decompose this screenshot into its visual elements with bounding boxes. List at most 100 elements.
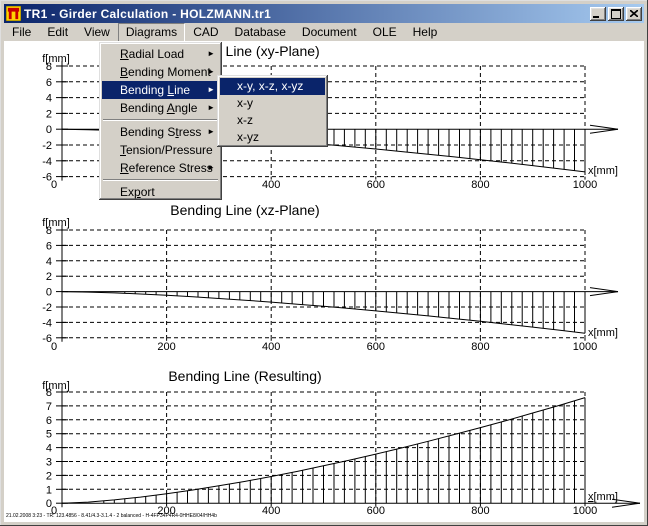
menu-item-reference-stress[interactable]: Reference Stress► (102, 159, 219, 177)
x-tick-label: 800 (471, 505, 489, 517)
y-tick-label: -2 (42, 140, 52, 152)
app-icon (6, 6, 21, 21)
y-tick-label: 5 (46, 429, 52, 441)
y-tick-label: 4 (46, 93, 52, 105)
y-tick-label: -4 (42, 156, 52, 168)
minimize-button[interactable] (590, 7, 606, 21)
x-axis-label: x[mm] (588, 327, 618, 339)
x-tick-label: 1000 (573, 341, 597, 353)
menu-item-tension-pressure[interactable]: Tension/Pressure (102, 141, 219, 159)
y-tick-label: 3 (46, 457, 52, 469)
menu-item-bending-line[interactable]: Bending Line ► (102, 81, 219, 99)
menu-item-x-z[interactable]: x-z (220, 112, 325, 129)
x-tick-label: 600 (367, 505, 385, 517)
submenu-arrow-icon: ► (207, 45, 215, 63)
menu-item-x-y[interactable]: x-y (220, 95, 325, 112)
y-tick-label: 2 (46, 470, 52, 482)
y-tick-label: -2 (42, 302, 52, 314)
menubar-item-edit[interactable]: Edit (39, 23, 76, 42)
minimize-icon (593, 16, 599, 18)
menubar-item-ole[interactable]: OLE (365, 23, 405, 42)
menu-item-bending-angle[interactable]: Bending Angle ► (102, 99, 219, 117)
y-tick-label: 0 (46, 287, 52, 299)
menu-item-label: Bending Angle (120, 101, 197, 115)
menu-item-label: x-y, x-z, x-yz (237, 79, 303, 93)
x-tick-label: 200 (157, 341, 175, 353)
menu-item-bending-stress[interactable]: Bending Stress ► (102, 123, 219, 141)
x-axis-label: x[mm] (588, 165, 618, 177)
menu-separator (103, 179, 218, 181)
y-tick-label: 8 (46, 387, 52, 399)
menu-item-label: Radial Load (120, 47, 184, 61)
title-bar[interactable]: TR1 - Girder Calculation - HOLZMANN.tr1 (4, 4, 644, 23)
menu-item-label: Bending Line (120, 83, 190, 97)
menubar-item-diagrams[interactable]: Diagrams (118, 23, 185, 42)
submenu-arrow-icon: ► (207, 63, 215, 81)
y-tick-label: 4 (46, 256, 52, 268)
bending-line-submenu: x-y, x-z, x-yz x-y x-z x-yz (217, 75, 328, 147)
menu-item-label: x-y (237, 96, 253, 110)
x-tick-label: 400 (262, 341, 280, 353)
menu-item-label: Reference Stress (120, 161, 213, 175)
x-tick-label: 1000 (573, 179, 597, 191)
menubar-item-cad[interactable]: CAD (185, 23, 226, 42)
app-window: TR1 - Girder Calculation - HOLZMANN.tr1 … (0, 0, 648, 526)
hatch-fill (125, 292, 585, 334)
x-tick-label: 0 (51, 341, 57, 353)
maximize-icon (611, 9, 621, 19)
y-tick-label: 0 (46, 124, 52, 136)
menu-item-label: Tension/Pressure (120, 143, 213, 157)
close-icon (630, 10, 638, 17)
x-tick-label: 400 (262, 179, 280, 191)
x-tick-label: 600 (367, 179, 385, 191)
submenu-arrow-icon: ► (207, 81, 215, 99)
y-tick-label: -4 (42, 317, 52, 329)
y-tick-label: 1 (46, 484, 52, 496)
menu-item-label: Bending Stress (120, 125, 201, 139)
y-tick-label: 4 (46, 443, 52, 455)
menubar-item-file[interactable]: File (4, 23, 39, 42)
close-button[interactable] (626, 7, 642, 21)
submenu-arrow-icon: ► (207, 123, 215, 141)
window-controls (590, 7, 642, 21)
menu-separator (103, 119, 218, 121)
menu-item-label: Export (120, 185, 155, 199)
menu-item-radial-load[interactable]: Radial Load ► (102, 45, 219, 63)
menubar-item-database[interactable]: Database (227, 23, 294, 42)
chart-title: Bending Line (xz-Plane) (170, 202, 319, 218)
window-title: TR1 - Girder Calculation - HOLZMANN.tr1 (24, 7, 590, 21)
menu-item-label: Bending Moment (120, 65, 211, 79)
y-tick-label: 6 (46, 415, 52, 427)
menu-item-bending-moment[interactable]: Bending Moment► (102, 63, 219, 81)
x-tick-label: 800 (471, 341, 489, 353)
menu-bar: FileEditViewDiagramsCADDatabaseDocumentO… (4, 23, 644, 41)
x-tick-label: 400 (262, 505, 280, 517)
menubar-item-view[interactable]: View (76, 23, 118, 42)
maximize-button[interactable] (608, 7, 624, 21)
y-tick-label: 6 (46, 240, 52, 252)
chart-bending-line-resulting: Bending Line (Resulting)f[mm]87654321002… (4, 363, 644, 522)
x-tick-label: 600 (367, 341, 385, 353)
status-footer: 21.02.2008 3:23 - TR: 123.4856 - 8.41/4.… (6, 513, 217, 519)
hatch-fill (104, 398, 585, 504)
y-tick-label: 8 (46, 61, 52, 73)
menubar-item-document[interactable]: Document (294, 23, 365, 42)
y-tick-label: 2 (46, 271, 52, 283)
submenu-arrow-icon: ► (207, 159, 215, 177)
x-tick-label: 1000 (573, 505, 597, 517)
submenu-arrow-icon: ► (207, 99, 215, 117)
chart-title: Bending Line (Resulting) (168, 368, 321, 384)
y-tick-label: 8 (46, 225, 52, 237)
y-tick-label: 6 (46, 77, 52, 89)
menubar-item-help[interactable]: Help (405, 23, 446, 42)
menu-item-label: x-yz (237, 130, 259, 144)
menu-item-x-yz[interactable]: x-yz (220, 129, 325, 146)
x-tick-label: 0 (51, 179, 57, 191)
x-tick-label: 800 (471, 179, 489, 191)
chart-bending-line-xz-plane: Bending Line (xz-Plane)f[mm]86420-2-4-60… (4, 200, 644, 363)
menu-item-export[interactable]: Export (102, 183, 219, 201)
x-axis-label: x[mm] (588, 491, 618, 503)
menu-item-x-y-x-z-x-yz[interactable]: x-y, x-z, x-yz (220, 78, 325, 95)
menu-item-label: x-z (237, 113, 253, 127)
diagrams-menu: Radial Load►Bending Moment►Bending Line►… (99, 42, 222, 200)
